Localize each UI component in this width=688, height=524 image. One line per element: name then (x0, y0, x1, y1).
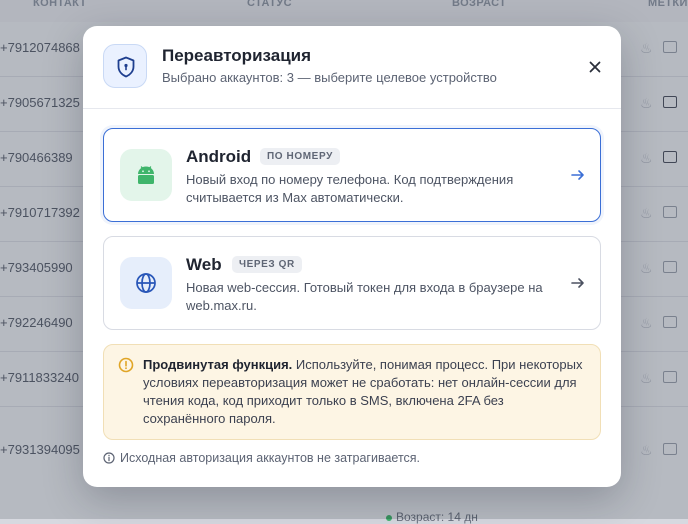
android-icon (120, 149, 172, 201)
dialog-header: Переавторизация Выбрано аккаунтов: 3 — в… (83, 26, 621, 109)
reauth-dialog: Переавторизация Выбрано аккаунтов: 3 — в… (83, 26, 621, 487)
arrow-right-icon (570, 167, 586, 183)
info-icon (103, 452, 115, 464)
option-web[interactable]: Web ЧЕРЕЗ QR Новая web-сессия. Готовый т… (103, 236, 601, 330)
close-icon (589, 61, 601, 73)
warning-text: Продвинутая функция. Используйте, понима… (143, 357, 583, 426)
option-name: Web (186, 255, 222, 274)
option-tag: ПО НОМЕРУ (260, 148, 340, 165)
warning-icon (118, 357, 134, 373)
option-android[interactable]: Android ПО НОМЕРУ Новый вход по номеру т… (103, 128, 601, 222)
arrow-right-icon (570, 275, 586, 291)
close-button[interactable] (583, 55, 607, 79)
option-name: Android (186, 147, 252, 166)
option-description: Новый вход по номеру телефона. Код подтв… (186, 172, 514, 205)
warning-box: Продвинутая функция. Используйте, понима… (103, 344, 601, 440)
globe-icon (120, 257, 172, 309)
shield-icon (103, 44, 147, 88)
dialog-subtitle: Выбрано аккаунтов: 3 — выберите целевое … (162, 70, 497, 85)
dialog-title: Переавторизация (162, 46, 312, 65)
footer-note: Исходная авторизация аккаунтов не затраг… (103, 451, 420, 465)
option-description: Новая web-сессия. Готовый токен для вход… (186, 280, 543, 313)
option-tag: ЧЕРЕЗ QR (232, 256, 302, 273)
